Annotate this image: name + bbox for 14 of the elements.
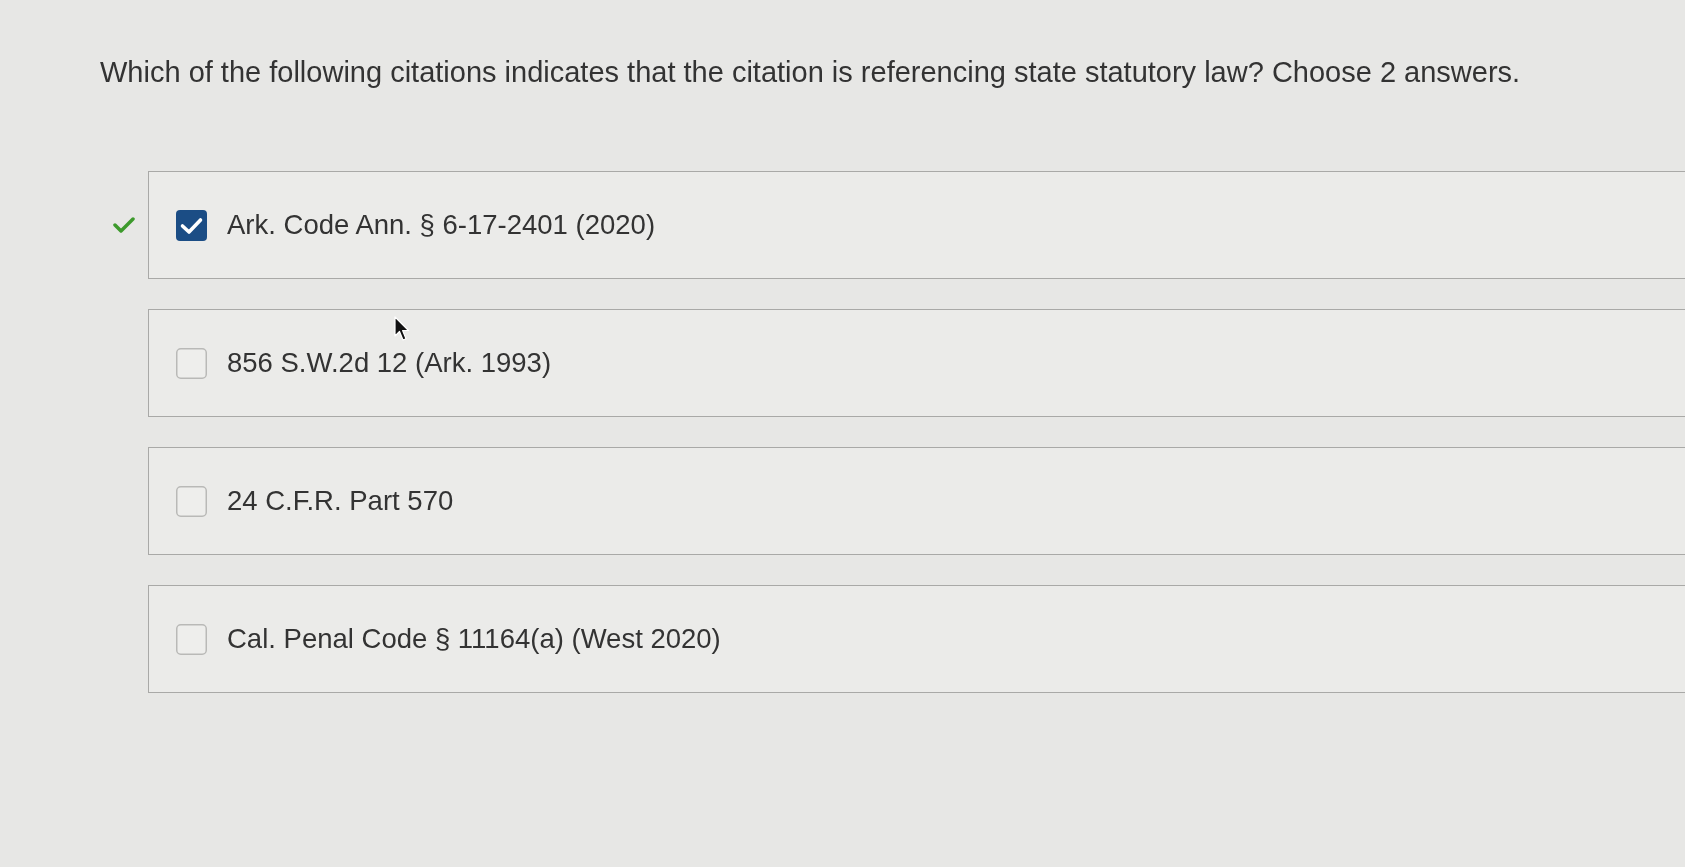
option-label: Cal. Penal Code § 11164(a) (West 2020) (227, 623, 721, 655)
answer-option[interactable]: Ark. Code Ann. § 6-17-2401 (2020) (148, 171, 1685, 279)
option-label: Ark. Code Ann. § 6-17-2401 (2020) (227, 209, 656, 241)
question-text: Which of the following citations indicates that the citation is referencing state statutory law? Choose 2 answers. (100, 56, 1522, 89)
answer-option[interactable]: 24 C.F.R. Part 570 (148, 447, 1685, 555)
checkbox[interactable] (176, 485, 207, 517)
checkbox[interactable] (176, 209, 207, 241)
option-label: 856 S.W.2d 12 (Ark. 1993) (227, 347, 552, 379)
option-label: 24 C.F.R. Part 570 (227, 485, 454, 517)
checkbox[interactable] (176, 623, 207, 655)
mouse-pointer-icon (394, 316, 410, 342)
answer-option[interactable]: 856 S.W.2d 12 (Ark. 1993) (148, 309, 1685, 417)
checkbox[interactable] (176, 347, 207, 379)
answer-option[interactable]: Cal. Penal Code § 11164(a) (West 2020) (148, 585, 1685, 693)
